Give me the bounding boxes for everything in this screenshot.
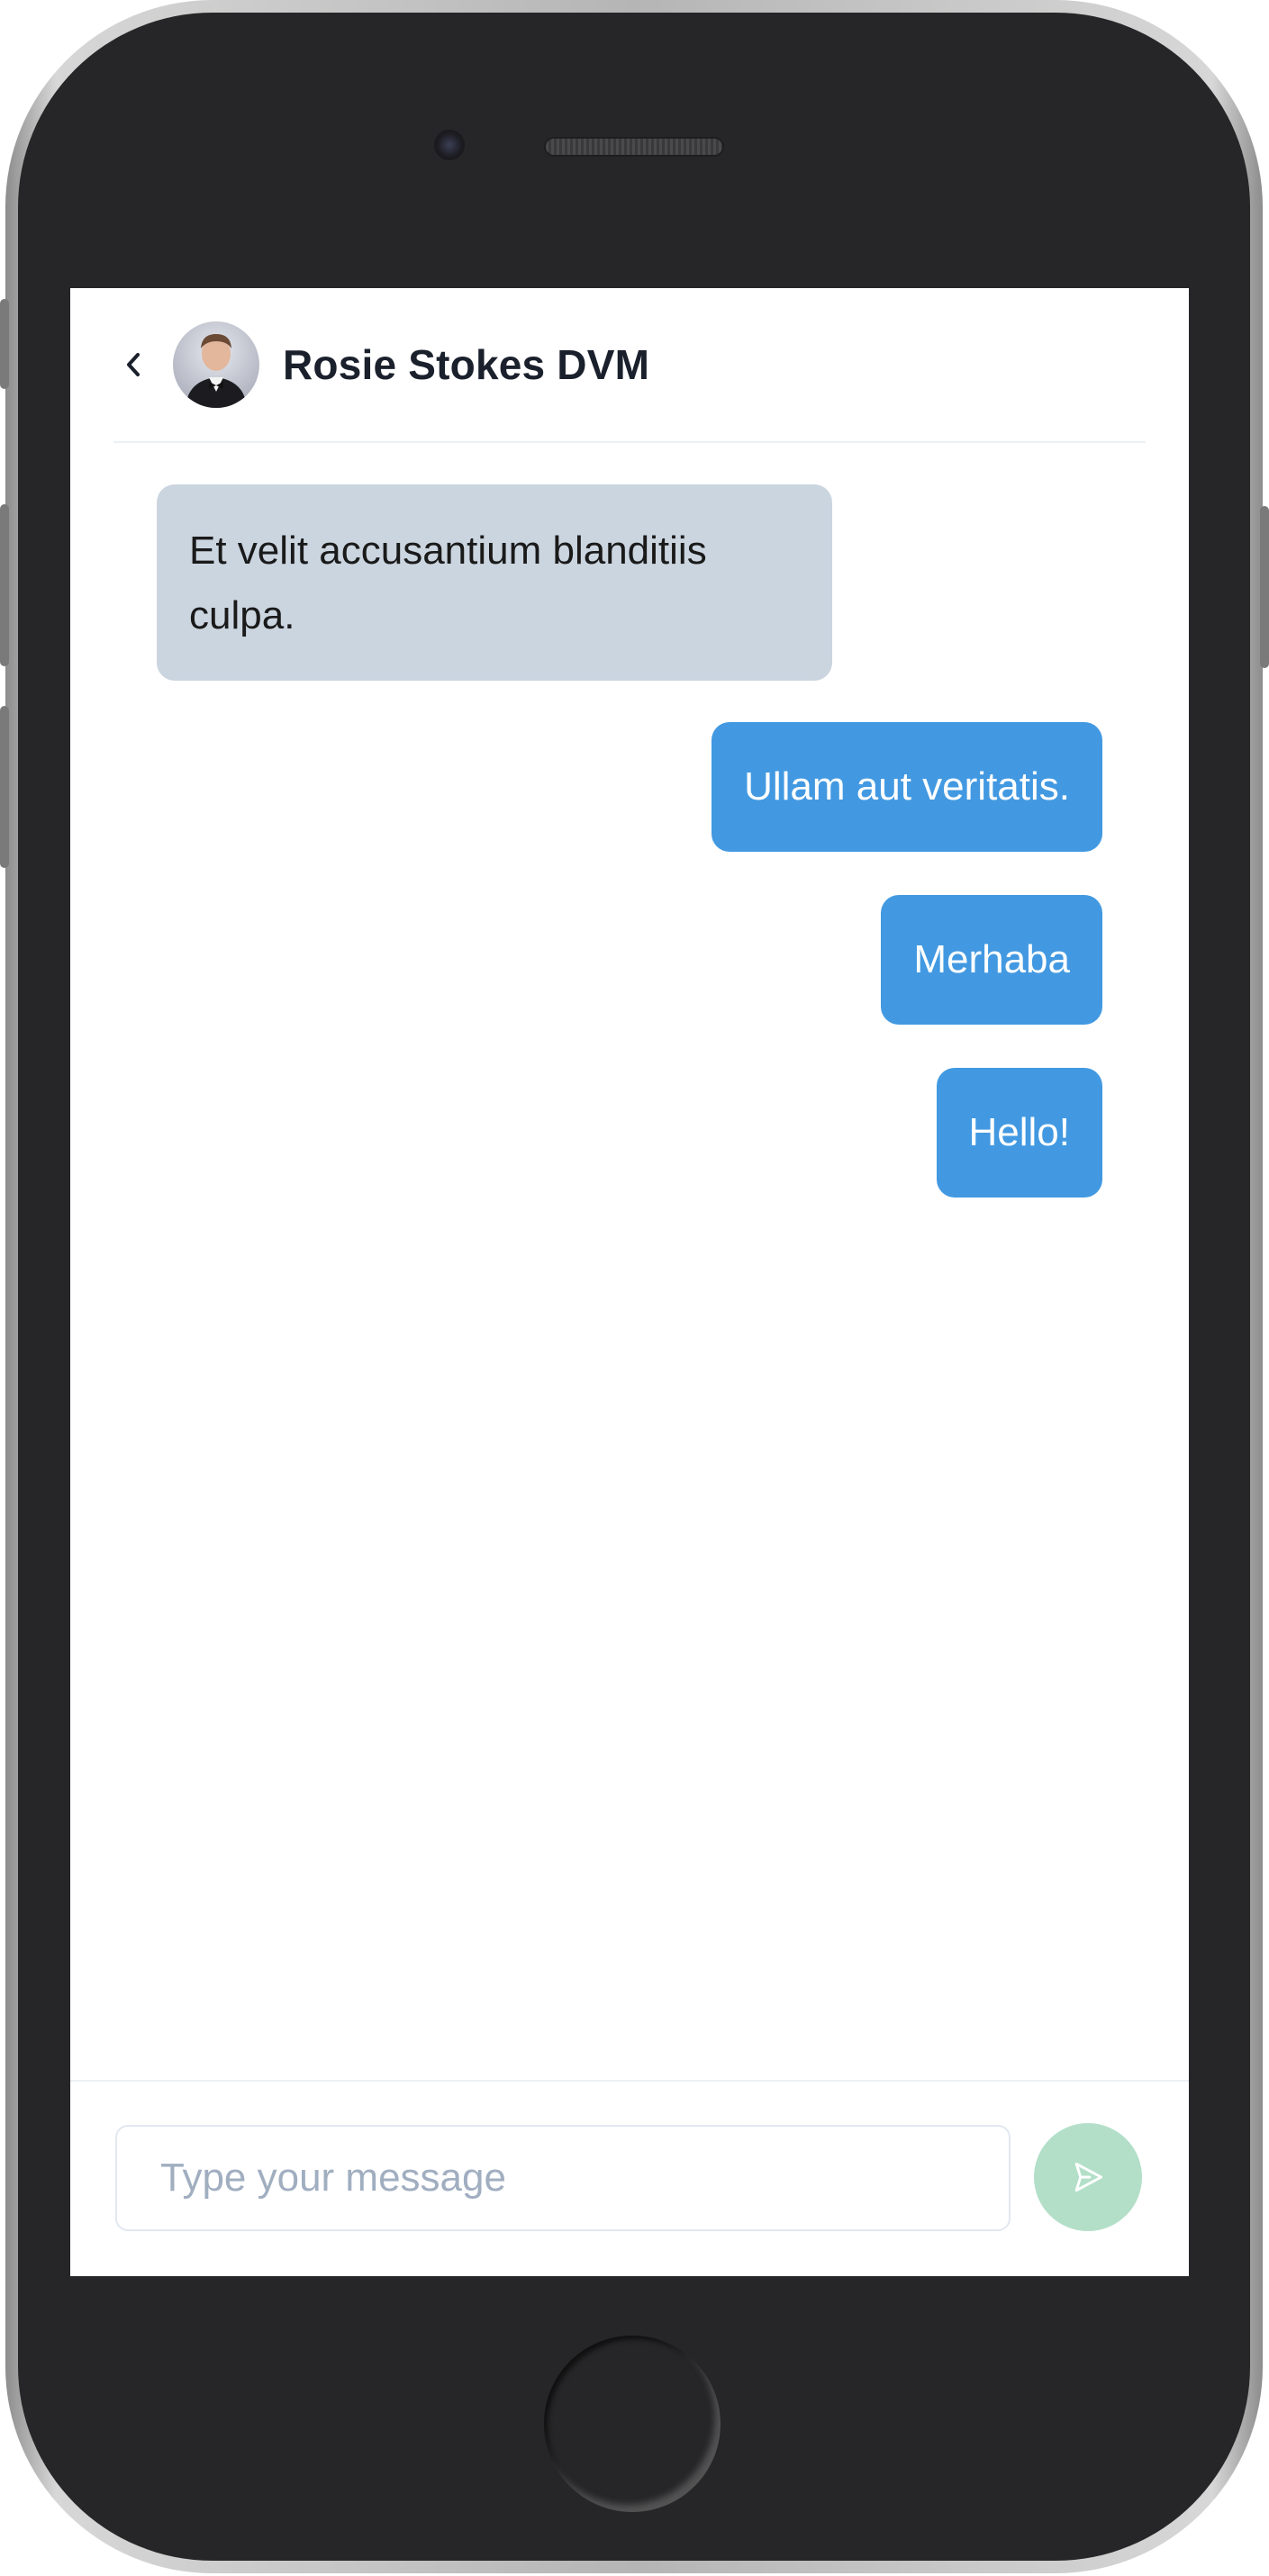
back-button[interactable]	[113, 338, 153, 392]
message-bubble-outgoing: Ullam aut veritatis.	[712, 722, 1102, 852]
volume-down-button	[0, 706, 9, 868]
contact-name: Rosie Stokes DVM	[283, 341, 650, 388]
power-button	[1260, 506, 1269, 668]
front-camera	[434, 130, 465, 160]
silent-switch	[0, 299, 9, 389]
earpiece-speaker	[544, 137, 724, 157]
message-bubble-incoming: Et velit accusantium blanditiis culpa.	[157, 484, 832, 681]
message-composer	[70, 2080, 1189, 2276]
contact-avatar	[173, 321, 259, 408]
message-input[interactable]	[115, 2125, 1011, 2231]
chevron-left-icon	[127, 353, 140, 376]
send-icon	[1074, 2162, 1103, 2192]
chat-header: Rosie Stokes DVM	[113, 288, 1146, 443]
send-button[interactable]	[1034, 2123, 1142, 2231]
message-bubble-outgoing: Hello!	[936, 1068, 1102, 1198]
home-button[interactable]	[544, 2336, 721, 2512]
chat-screen: Rosie Stokes DVM Et velit accusantium bl…	[70, 288, 1189, 2276]
volume-up-button	[0, 504, 9, 666]
message-bubble-outgoing: Merhaba	[881, 895, 1102, 1025]
avatar[interactable]	[173, 321, 259, 408]
